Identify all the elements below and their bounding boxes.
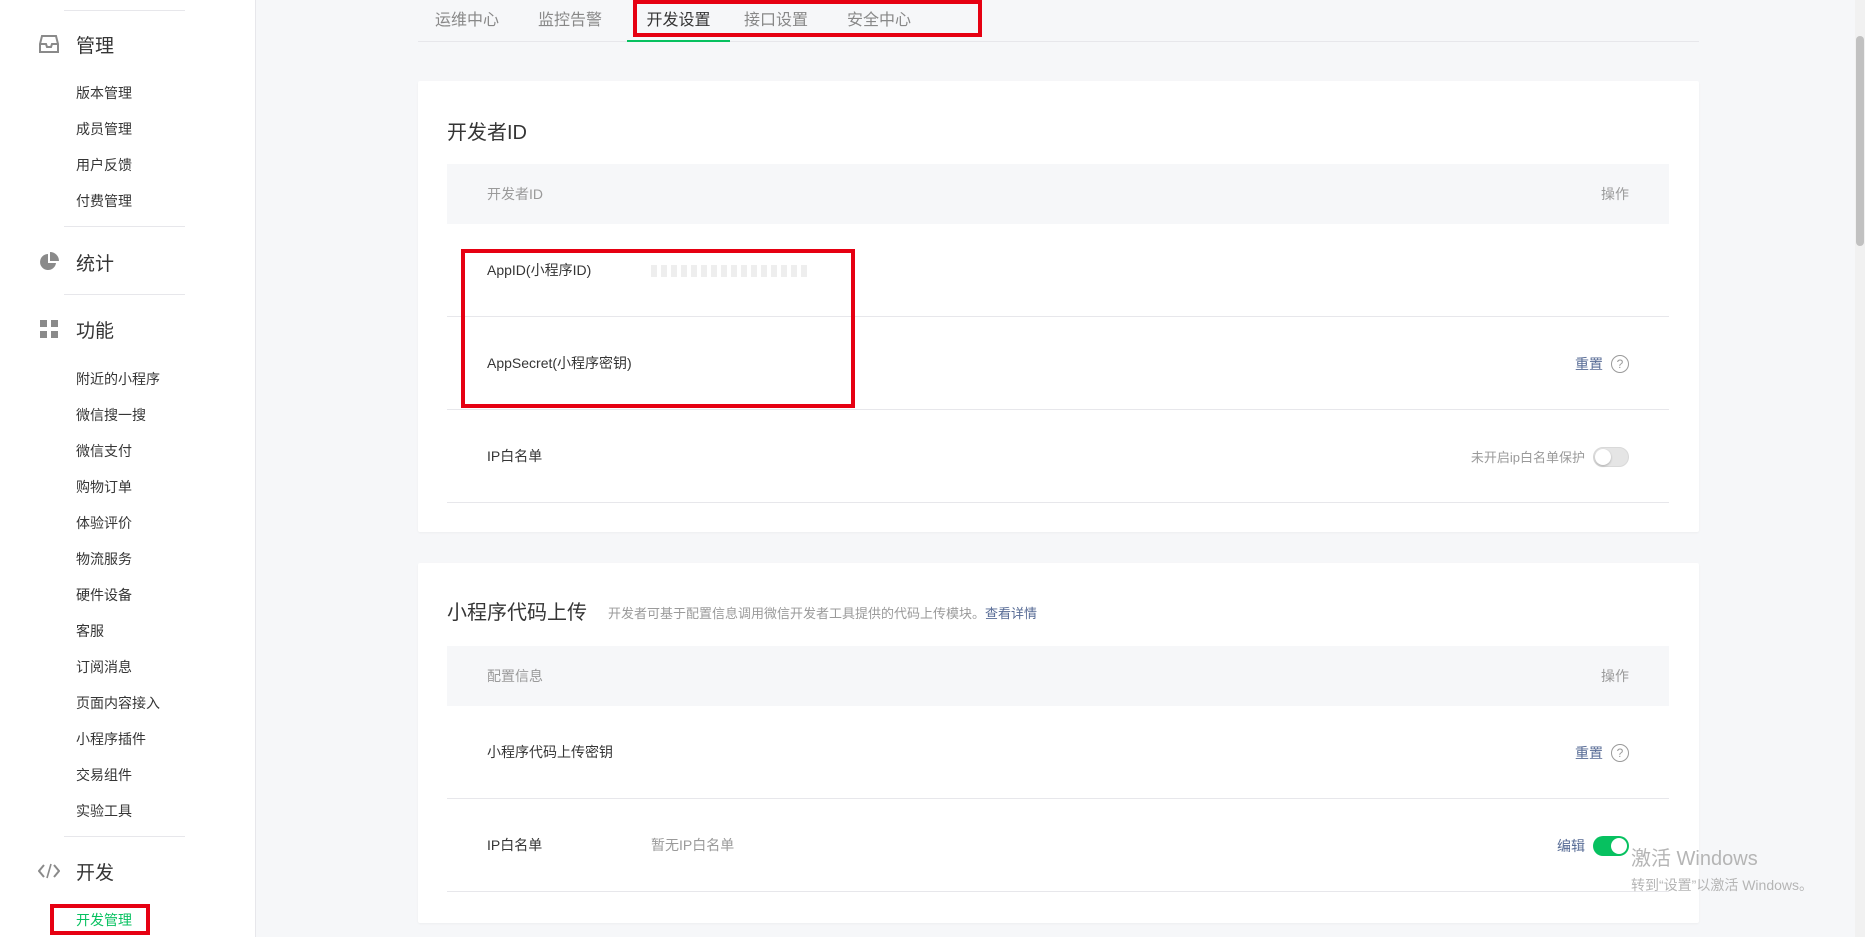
tab-monitor[interactable]: 监控告警 [537,0,603,42]
sidebar-section-label: 统计 [76,253,115,275]
sidebar-section-manage[interactable]: 管理 [38,29,114,59]
sidebar: 管理 版本管理 成员管理 用户反馈 付费管理 统计 功能 附近的小程序 微信搜一… [0,0,256,937]
windows-activation-watermark: 激活 Windows 转到“设置”以激活 Windows。 [1631,842,1813,895]
reset-upload-key-link[interactable]: 重置 [1575,743,1603,763]
code-upload-card: 小程序代码上传 开发者可基于配置信息调用微信开发者工具提供的代码上传模块。查看详… [418,563,1699,923]
main-content: 运维中心 监控告警 开发设置 接口设置 安全中心 开发者ID 开发者ID 操作 … [257,0,1865,937]
sidebar-divider [64,294,185,295]
sidebar-item-version[interactable]: 版本管理 [76,83,132,103]
sidebar-item-nearby[interactable]: 附近的小程序 [76,369,160,389]
sidebar-divider [64,226,185,227]
sidebar-section-stats[interactable]: 统计 [38,247,114,277]
sidebar-item-hardware[interactable]: 硬件设备 [76,585,132,605]
sidebar-item-review[interactable]: 体验评价 [76,513,132,533]
sidebar-item-members[interactable]: 成员管理 [76,119,132,139]
card-title: 开发者ID [447,122,527,144]
sidebar-section-features[interactable]: 功能 [38,314,114,344]
table-row-upload-ip-whitelist: IP白名单 暂无IP白名单 编辑 [447,799,1669,892]
view-details-link[interactable]: 查看详情 [985,606,1037,621]
watermark-line1: 激活 Windows [1631,848,1758,870]
sidebar-item-content[interactable]: 页面内容接入 [76,693,160,713]
pie-chart-icon [38,251,60,273]
card-title: 小程序代码上传 [447,602,587,624]
sidebar-divider [64,10,185,11]
highlight-box-tab [633,0,982,37]
sidebar-item-lab[interactable]: 实验工具 [76,801,132,821]
scrollbar[interactable] [1855,0,1865,937]
row-name: IP白名单 [487,448,543,464]
reset-secret-link[interactable]: 重置 [1575,354,1603,374]
tab-ops[interactable]: 运维中心 [434,0,500,42]
sidebar-section-label: 功能 [76,320,115,342]
sidebar-section-label: 管理 [76,35,115,57]
sidebar-item-logistics[interactable]: 物流服务 [76,549,132,569]
sidebar-item-orders[interactable]: 购物订单 [76,477,132,497]
sidebar-section-dev[interactable]: 开发 [38,856,114,886]
sidebar-section-label: 开发 [76,862,115,884]
sidebar-item-payment[interactable]: 付费管理 [76,191,132,211]
header-ops: 操作 [1601,668,1629,684]
sidebar-divider [64,836,185,837]
code-icon [38,860,60,882]
edit-ip-whitelist-link[interactable]: 编辑 [1557,836,1585,856]
tab-bar: 运维中心 监控告警 开发设置 接口设置 安全中心 [418,0,1699,42]
sidebar-item-feedback[interactable]: 用户反馈 [76,155,132,175]
question-icon[interactable]: ? [1611,354,1629,373]
header-ops: 操作 [1601,186,1629,202]
highlight-box-credentials [461,249,855,408]
table-row-ip-whitelist: IP白名单 未开启ip白名单保护 [447,410,1669,503]
scrollbar-thumb[interactable] [1856,36,1864,246]
row-name: 小程序代码上传密钥 [487,744,613,760]
sidebar-item-search[interactable]: 微信搜一搜 [76,405,146,425]
row-name: IP白名单 [487,837,543,853]
sidebar-item-plugin[interactable]: 小程序插件 [76,729,146,749]
table-header: 配置信息 操作 [447,646,1669,706]
table-header: 开发者ID 操作 [447,164,1669,224]
grid-icon [38,318,60,340]
table-row-upload-key: 小程序代码上传密钥 重置 ? [447,706,1669,799]
sidebar-item-pay[interactable]: 微信支付 [76,441,132,461]
upload-ip-toggle[interactable] [1593,835,1629,856]
question-icon[interactable]: ? [1611,743,1629,762]
card-description: 开发者可基于配置信息调用微信开发者工具提供的代码上传模块。查看详情 [608,606,1038,621]
highlight-box-sidebar [50,904,150,935]
ip-protection-status: 未开启ip白名单保护 [1470,450,1585,465]
watermark-line2: 转到“设置”以激活 Windows。 [1631,877,1814,893]
sidebar-item-subscribe[interactable]: 订阅消息 [76,657,132,677]
header-name: 配置信息 [487,668,543,684]
header-name: 开发者ID [487,186,543,202]
ip-whitelist-value: 暂无IP白名单 [651,837,735,853]
sidebar-item-service[interactable]: 客服 [76,621,104,641]
inbox-icon [38,33,60,55]
sidebar-item-trade[interactable]: 交易组件 [76,765,132,785]
ip-protection-toggle[interactable] [1593,446,1629,467]
